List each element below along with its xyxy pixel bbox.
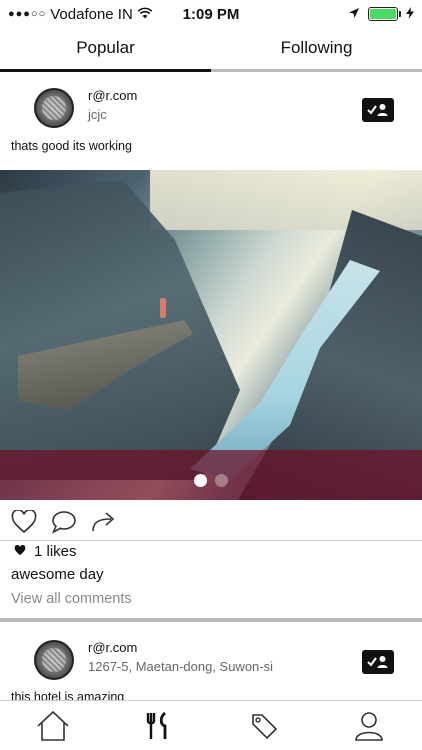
post-separator (0, 618, 422, 622)
tab-following-indicator (211, 69, 422, 72)
carousel-dot[interactable] (194, 474, 207, 487)
post-user-subtitle: 1267-5, Maetan-dong, Suwon-si (88, 659, 274, 674)
carousel-dots (0, 474, 422, 487)
heart-filled-icon (14, 543, 26, 560)
avatar[interactable] (34, 88, 74, 128)
clock: 1:09 PM (182, 5, 240, 23)
wifi-icon (137, 6, 153, 22)
signal-icon: ●●●○○ (8, 8, 47, 20)
likes-row[interactable]: 1 likes (14, 543, 77, 560)
check-person-icon[interactable] (362, 98, 394, 122)
profile-icon[interactable] (317, 701, 422, 750)
view-comments-link[interactable]: View all comments (11, 591, 132, 607)
restaurant-icon[interactable] (106, 701, 212, 750)
charging-bolt-icon (406, 6, 414, 22)
post-header: r@r.com jcjc (0, 80, 422, 144)
location-arrow-icon (348, 6, 360, 23)
post-user-subtitle: jcjc (88, 107, 107, 122)
comment-icon[interactable] (50, 508, 78, 536)
avatar[interactable] (34, 640, 74, 680)
post-actions (0, 508, 422, 538)
divider (0, 540, 422, 541)
carrier-name: Vodafone IN (50, 5, 133, 23)
tab-popular-label: Popular (76, 38, 135, 57)
share-arrow-icon[interactable] (91, 508, 119, 536)
heart-outline-icon[interactable] (10, 508, 38, 536)
post-caption: thats good its working (11, 139, 132, 153)
feed-tabs: Popular Following (0, 28, 422, 72)
post-header: r@r.com 1267-5, Maetan-dong, Suwon-si (0, 632, 422, 696)
carousel-dot[interactable] (215, 474, 228, 487)
tab-popular-indicator (0, 69, 211, 72)
tag-icon[interactable] (211, 701, 317, 750)
check-person-icon[interactable] (362, 650, 394, 674)
home-icon[interactable] (0, 701, 106, 750)
likes-count: 1 likes (34, 543, 77, 560)
status-bar: ●●●○○ Vodafone IN 1:09 PM (0, 0, 422, 28)
tab-following-label: Following (280, 38, 353, 57)
tab-popular[interactable]: Popular (0, 28, 211, 72)
battery-icon (368, 7, 401, 21)
post-user-email[interactable]: r@r.com (88, 88, 137, 103)
post-user-email[interactable]: r@r.com (88, 640, 137, 655)
post-image[interactable] (0, 170, 422, 500)
bottom-nav (0, 700, 422, 750)
tab-following[interactable]: Following (211, 28, 422, 72)
post-title: awesome day (11, 566, 104, 583)
